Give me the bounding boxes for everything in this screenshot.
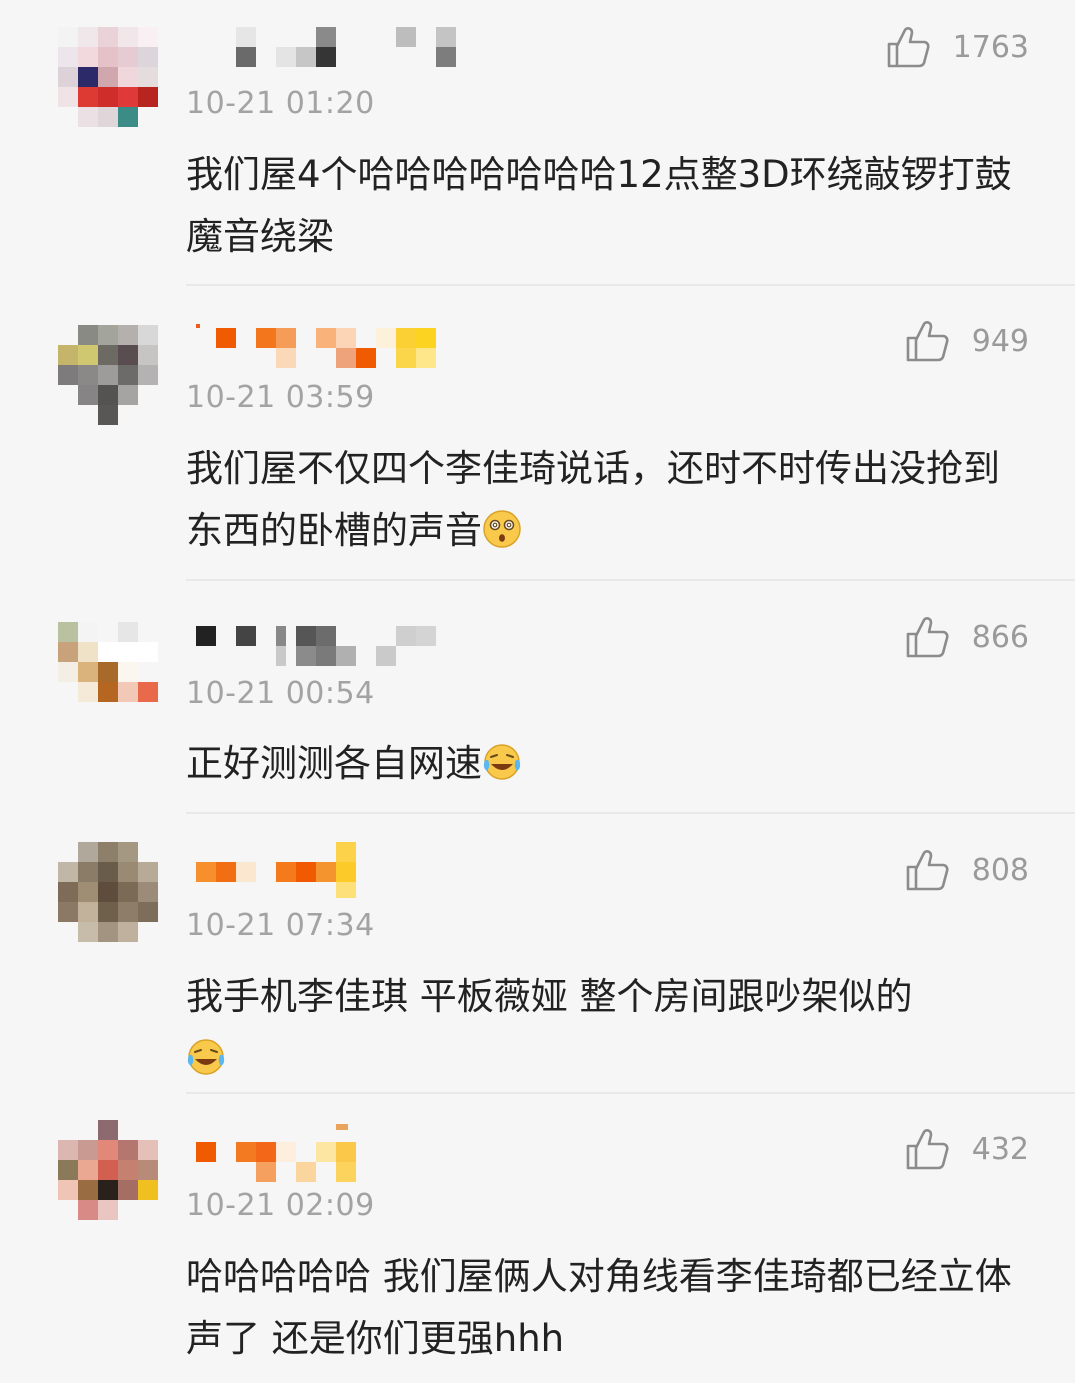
like-count: 432 <box>971 1131 1029 1167</box>
username-blurred[interactable] <box>196 842 441 898</box>
comment-text: 我们屋4个哈哈哈哈哈哈哈12点整3D环绕敲锣打鼓魔音绕梁 <box>186 144 1036 268</box>
comment-body: 我们屋4个哈哈哈哈哈哈哈12点整3D环绕敲锣打鼓魔音绕梁 <box>186 153 1012 258</box>
like-button[interactable]: 866 <box>904 612 1029 662</box>
laugh-cry-emoji <box>186 1034 226 1075</box>
like-count: 808 <box>971 852 1029 888</box>
thumbs-up-icon <box>904 318 950 364</box>
like-count: 866 <box>971 619 1029 655</box>
divider <box>186 812 1075 814</box>
like-button[interactable]: 808 <box>904 845 1029 895</box>
avatar[interactable] <box>58 842 158 942</box>
thumbs-up-icon <box>885 24 931 70</box>
divider <box>186 284 1075 286</box>
comment-timestamp: 10-21 03:59 <box>186 380 375 415</box>
comment-text: 正好测测各自网速 <box>186 733 1036 795</box>
like-button[interactable]: 432 <box>904 1124 1029 1174</box>
comment-text: 我手机李佳琪 平板薇娅 整个房间跟吵架似的 <box>186 966 1036 1090</box>
username-blurred[interactable] <box>196 622 441 666</box>
comment-timestamp: 10-21 00:54 <box>186 676 375 711</box>
comment-text: 我们屋不仅四个李佳琦说话，还时不时传出没抢到东西的卧槽的声音 <box>186 438 1036 562</box>
divider <box>186 579 1075 581</box>
like-button[interactable]: 949 <box>904 316 1029 366</box>
thumbs-up-icon <box>904 847 950 893</box>
comment-body: 哈哈哈哈哈 我们屋俩人对角线看李佳琦都已经立体声了 还是你们更强hhh <box>186 1255 1012 1360</box>
avatar[interactable] <box>58 27 158 127</box>
comment-body: 正好测测各自网速 <box>186 742 482 785</box>
comment-timestamp: 10-21 07:34 <box>186 908 375 943</box>
comment-body: 我手机李佳琪 平板薇娅 整个房间跟吵架似的 <box>186 975 913 1018</box>
like-button[interactable]: 1763 <box>885 22 1029 72</box>
divider <box>186 1092 1075 1094</box>
thumbs-up-icon <box>904 1126 950 1172</box>
dizzy-face-emoji <box>482 506 522 548</box>
like-count: 949 <box>971 323 1029 359</box>
username-blurred[interactable] <box>196 324 441 368</box>
comment-timestamp: 10-21 02:09 <box>186 1188 375 1223</box>
avatar[interactable] <box>58 1120 158 1220</box>
like-count: 1763 <box>952 29 1029 65</box>
avatar[interactable] <box>58 325 158 425</box>
comment-body: 我们屋不仅四个李佳琦说话，还时不时传出没抢到东西的卧槽的声音 <box>186 447 1000 552</box>
username-blurred[interactable] <box>196 27 456 69</box>
laugh-cry-emoji <box>482 739 522 780</box>
comment-timestamp: 10-21 01:20 <box>186 86 375 121</box>
comment-text: 哈哈哈哈哈 我们屋俩人对角线看李佳琦都已经立体声了 还是你们更强hhh <box>186 1246 1036 1370</box>
username-blurred[interactable] <box>196 1122 441 1182</box>
thumbs-up-icon <box>904 614 950 660</box>
comment-list: 1763 10-21 01:20 我们屋4个哈哈哈哈哈哈哈12点整3D环绕敲锣打… <box>0 0 1075 1383</box>
avatar[interactable] <box>58 622 158 722</box>
